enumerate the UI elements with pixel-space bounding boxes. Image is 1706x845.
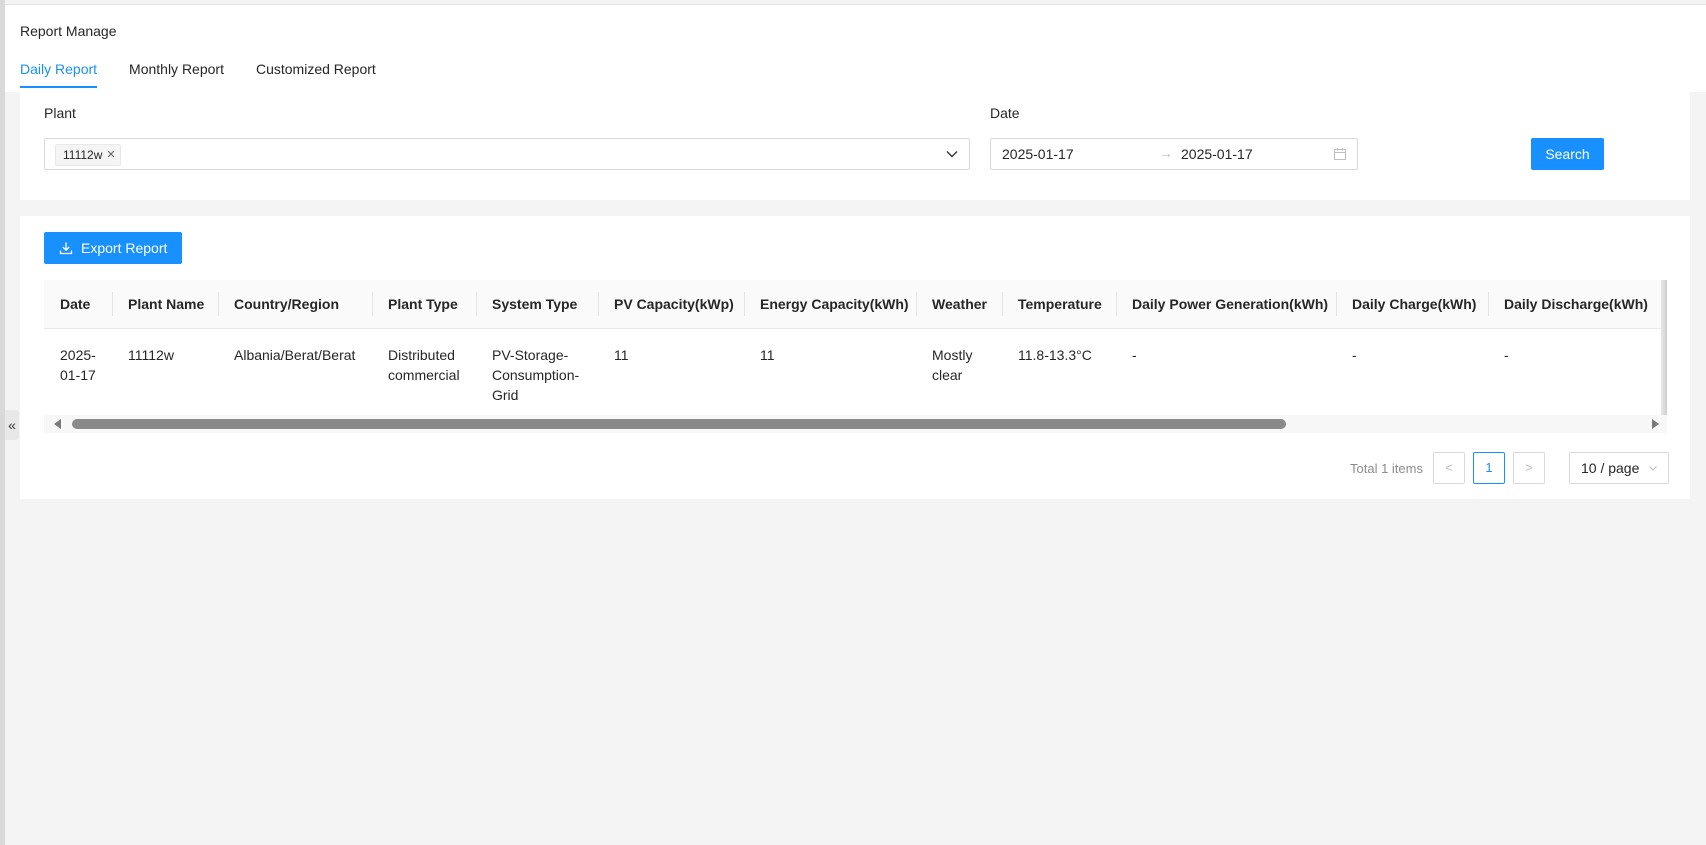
search-button[interactable]: Search [1531, 138, 1604, 170]
table-cell: - [1488, 328, 1667, 418]
horizontal-scrollbar[interactable] [44, 415, 1667, 433]
date-end-input[interactable]: 2025-01-17 [1181, 146, 1253, 162]
column-header: Country/Region [218, 280, 372, 329]
calendar-icon [1334, 148, 1346, 160]
table-cell: - [1336, 328, 1488, 418]
total-items-text: Total 1 items [1350, 460, 1423, 476]
table-cell: PV-Storage-Consumption-Grid [476, 328, 598, 418]
scroll-right-arrow-icon[interactable] [1652, 419, 1659, 429]
table-cell: 2025-01-17 [44, 328, 112, 418]
table-cell: Albania/Berat/Berat [218, 328, 372, 418]
tab-monthly-report[interactable]: Monthly Report [129, 61, 224, 88]
table-card: Export Report Date Plant Name Country/Re… [20, 216, 1690, 499]
table-row: 2025-01-17 11112w Albania/Berat/Berat Di… [44, 328, 1667, 418]
table-cell: - [1116, 328, 1336, 418]
page-size-select[interactable]: 10 / page [1568, 452, 1669, 484]
export-report-label: Export Report [81, 240, 168, 256]
sidebar-collapse-button[interactable]: « [5, 410, 19, 440]
page-header: Report Manage Daily Report Monthly Repor… [5, 5, 1706, 92]
next-page-button[interactable]: > [1512, 452, 1545, 484]
scroll-left-arrow-icon[interactable] [54, 419, 61, 429]
download-icon [59, 242, 73, 255]
filter-card: Plant 11112w ✕ Date 2025-01-17 → 2025-01… [20, 92, 1690, 200]
column-header: PV Capacity(kWp) [598, 280, 744, 329]
close-icon[interactable]: ✕ [106, 145, 115, 165]
date-separator: → [1159, 145, 1173, 161]
column-header: Weather [916, 280, 1002, 329]
page-1-button[interactable]: 1 [1472, 452, 1505, 484]
column-header: Temperature [1002, 280, 1116, 329]
plant-tag-label: 11112w [63, 148, 103, 162]
page-title: Report Manage [20, 23, 117, 39]
table-cell: Distributed commercial [372, 328, 476, 418]
table-cell: 11.8-13.3°C [1002, 328, 1116, 418]
plant-label: Plant [44, 105, 76, 121]
date-label: Date [990, 105, 1020, 121]
date-start-input[interactable]: 2025-01-17 [1002, 146, 1074, 162]
report-tabs: Daily Report Monthly Report Customized R… [20, 61, 408, 88]
column-header: System Type [476, 280, 598, 329]
page-size-value: 10 / page [1580, 460, 1640, 476]
report-manage-page: « Report Manage Daily Report Monthly Rep… [0, 0, 1706, 845]
column-header: Plant Type [372, 280, 476, 329]
plant-select[interactable]: 11112w ✕ [44, 138, 970, 170]
column-header: Date [44, 280, 112, 329]
prev-page-button[interactable]: < [1432, 452, 1465, 484]
column-header: Plant Name [112, 280, 218, 329]
date-range-picker[interactable]: 2025-01-17 → 2025-01-17 [990, 138, 1358, 170]
plant-tag: 11112w ✕ [55, 144, 121, 166]
export-report-button[interactable]: Export Report [44, 232, 183, 264]
column-header: Daily Discharge(kWh) [1488, 280, 1667, 329]
report-table: Date Plant Name Country/Region Plant Typ… [44, 280, 1667, 418]
table-fixed-edge-shadow [1661, 280, 1667, 432]
column-header: Energy Capacity(kWh) [744, 280, 916, 329]
pagination: Total 1 items < 1 > 10 / page [1350, 452, 1669, 484]
table-cell: Mostly clear [916, 328, 1002, 418]
chevron-down-icon [946, 151, 958, 158]
tab-customized-report[interactable]: Customized Report [256, 61, 376, 88]
table-cell: 11 [598, 328, 744, 418]
table-cell: 11 [744, 328, 916, 418]
tab-daily-report[interactable]: Daily Report [20, 61, 98, 88]
table-header-row: Date Plant Name Country/Region Plant Typ… [44, 280, 1667, 329]
column-header: Daily Power Generation(kWh) [1116, 280, 1336, 329]
table-cell: 11112w [112, 328, 218, 418]
scrollbar-thumb[interactable] [72, 419, 1286, 429]
column-header: Daily Charge(kWh) [1336, 280, 1488, 329]
chevron-down-icon [1649, 466, 1657, 471]
